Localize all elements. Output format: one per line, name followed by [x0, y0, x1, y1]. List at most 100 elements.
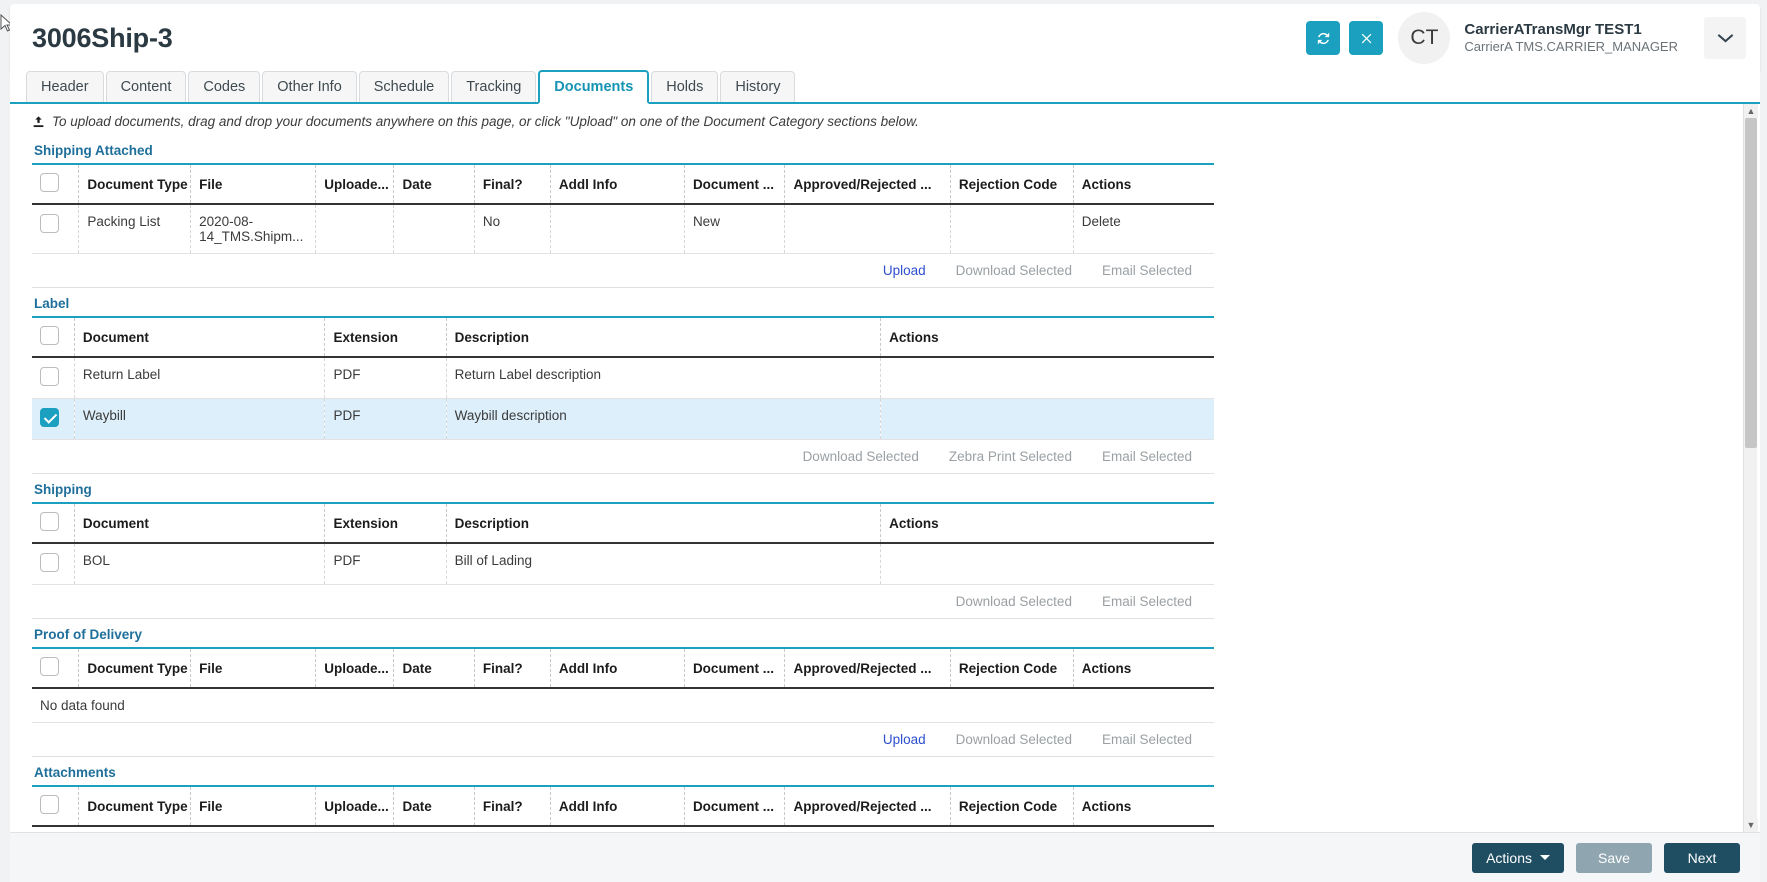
column-header: Document Type — [79, 648, 191, 688]
table-cell — [950, 204, 1073, 254]
table-cell: Waybill description — [446, 399, 880, 440]
select-all-header — [32, 164, 79, 204]
vertical-scrollbar[interactable]: ▲ ▼ — [1743, 104, 1757, 832]
tab-holds[interactable]: Holds — [651, 71, 718, 102]
section-attachments: AttachmentsDocument TypeFileUploade...Da… — [32, 757, 1214, 827]
column-header: Document ... — [684, 786, 785, 826]
table-cell: Packing List — [79, 204, 191, 254]
action-upload[interactable]: Upload — [883, 263, 926, 278]
action-email-selected: Email Selected — [1102, 594, 1192, 609]
row-checkbox[interactable] — [40, 553, 59, 572]
section-proof-of-delivery: Proof of DeliveryDocument TypeFileUpload… — [32, 619, 1214, 757]
table-cell — [316, 204, 394, 254]
tab-schedule[interactable]: Schedule — [359, 71, 449, 102]
table-row[interactable]: WaybillPDFWaybill description — [32, 399, 1214, 440]
row-checkbox[interactable] — [40, 408, 59, 427]
action-zebra-print-selected: Zebra Print Selected — [949, 449, 1072, 464]
scroll-up-arrow[interactable]: ▲ — [1744, 104, 1758, 118]
table-header-row: DocumentExtensionDescriptionActions — [32, 503, 1214, 543]
upload-hint: To upload documents, drag and drop your … — [10, 104, 1760, 135]
row-checkbox[interactable] — [40, 214, 59, 233]
column-header: Actions — [1073, 786, 1214, 826]
upload-hint-text: To upload documents, drag and drop your … — [52, 114, 919, 129]
refresh-button[interactable] — [1306, 21, 1340, 55]
row-checkbox[interactable] — [40, 367, 59, 386]
tab-documents[interactable]: Documents — [538, 70, 649, 104]
table-cell — [550, 204, 684, 254]
section-action-links: Download SelectedEmail Selected — [32, 585, 1214, 619]
no-data-message: No data found — [32, 688, 1214, 723]
section-action-links: Download SelectedZebra Print SelectedEma… — [32, 440, 1214, 474]
tab-tracking[interactable]: Tracking — [451, 71, 536, 102]
column-header: Extension — [325, 317, 446, 357]
column-header: Date — [394, 164, 474, 204]
column-header: Rejection Code — [950, 786, 1073, 826]
column-header: Document Type — [79, 164, 191, 204]
column-header: Date — [394, 786, 474, 826]
tab-history[interactable]: History — [720, 71, 795, 102]
table-cell — [785, 204, 950, 254]
column-header: Document ... — [684, 164, 785, 204]
action-upload[interactable]: Upload — [883, 732, 926, 747]
table-cell: New — [684, 204, 785, 254]
table-row[interactable]: BOLPDFBill of Lading — [32, 543, 1214, 585]
actions-button[interactable]: Actions — [1472, 843, 1564, 873]
scroll-thumb[interactable] — [1745, 118, 1757, 448]
table-row[interactable]: Return LabelPDFReturn Label description — [32, 357, 1214, 399]
top-bar: 3006Ship-3 CT CarrierATransMgr TEST1 Car… — [10, 4, 1760, 72]
save-button[interactable]: Save — [1576, 843, 1652, 873]
next-button[interactable]: Next — [1664, 843, 1740, 873]
section-title: Proof of Delivery — [32, 619, 1214, 647]
table-cell: Return Label description — [446, 357, 880, 399]
tab-header[interactable]: Header — [26, 71, 104, 102]
row-action-link[interactable]: Delete — [1073, 204, 1214, 254]
document-link[interactable]: BOL — [74, 543, 325, 585]
select-all-checkbox[interactable] — [40, 326, 59, 345]
tab-codes[interactable]: Codes — [188, 71, 260, 102]
application-window: 3006Ship-3 CT CarrierATransMgr TEST1 Car… — [0, 0, 1767, 882]
column-header: Description — [446, 317, 880, 357]
table-cell: Waybill — [74, 399, 325, 440]
column-header: Addl Info — [550, 648, 684, 688]
select-all-checkbox[interactable] — [40, 512, 59, 531]
next-button-label: Next — [1688, 850, 1717, 866]
select-all-header — [32, 317, 74, 357]
table-header-row: Document TypeFileUploade...DateFinal?Add… — [32, 648, 1214, 688]
actions-button-label: Actions — [1486, 850, 1532, 866]
section-label: LabelDocumentExtensionDescriptionActions… — [32, 288, 1214, 474]
column-header: Actions — [1073, 648, 1214, 688]
row-select-cell — [32, 204, 79, 254]
user-role: CarrierA TMS.CARRIER_MANAGER — [1464, 39, 1678, 55]
table-cell — [394, 204, 474, 254]
column-header: File — [191, 786, 316, 826]
action-download-selected: Download Selected — [956, 263, 1072, 278]
user-info: CarrierATransMgr TEST1 CarrierA TMS.CARR… — [1464, 21, 1678, 56]
row-select-cell — [32, 543, 74, 585]
table-cell: Bill of Lading — [446, 543, 880, 585]
table-cell: PDF — [325, 399, 446, 440]
section-action-links: UploadDownload SelectedEmail Selected — [32, 254, 1214, 288]
documents-table: DocumentExtensionDescriptionActionsBOLPD… — [32, 502, 1214, 585]
close-button[interactable] — [1349, 21, 1383, 55]
column-header: File — [191, 648, 316, 688]
column-header: Rejection Code — [950, 164, 1073, 204]
select-all-checkbox[interactable] — [40, 795, 59, 814]
tab-content[interactable]: Content — [106, 71, 187, 102]
table-cell: No — [474, 204, 550, 254]
column-header: Addl Info — [550, 164, 684, 204]
section-action-links: UploadDownload SelectedEmail Selected — [32, 723, 1214, 757]
table-header-row: Document TypeFileUploade...DateFinal?Add… — [32, 164, 1214, 204]
documents-table: Document TypeFileUploade...DateFinal?Add… — [32, 785, 1214, 827]
tab-other-info[interactable]: Other Info — [262, 71, 356, 102]
row-select-cell — [32, 399, 74, 440]
column-header: Uploade... — [316, 786, 394, 826]
caret-down-icon — [1540, 855, 1550, 860]
documents-table: DocumentExtensionDescriptionActionsRetur… — [32, 316, 1214, 440]
table-row[interactable]: Packing List2020-08-14_TMS.Shipm...NoNew… — [32, 204, 1214, 254]
scroll-down-arrow[interactable]: ▼ — [1744, 818, 1758, 832]
select-all-checkbox[interactable] — [40, 657, 59, 676]
select-all-checkbox[interactable] — [40, 173, 59, 192]
documents-table: Document TypeFileUploade...DateFinal?Add… — [32, 163, 1214, 254]
column-header: Description — [446, 503, 880, 543]
user-menu-button[interactable] — [1704, 17, 1746, 59]
